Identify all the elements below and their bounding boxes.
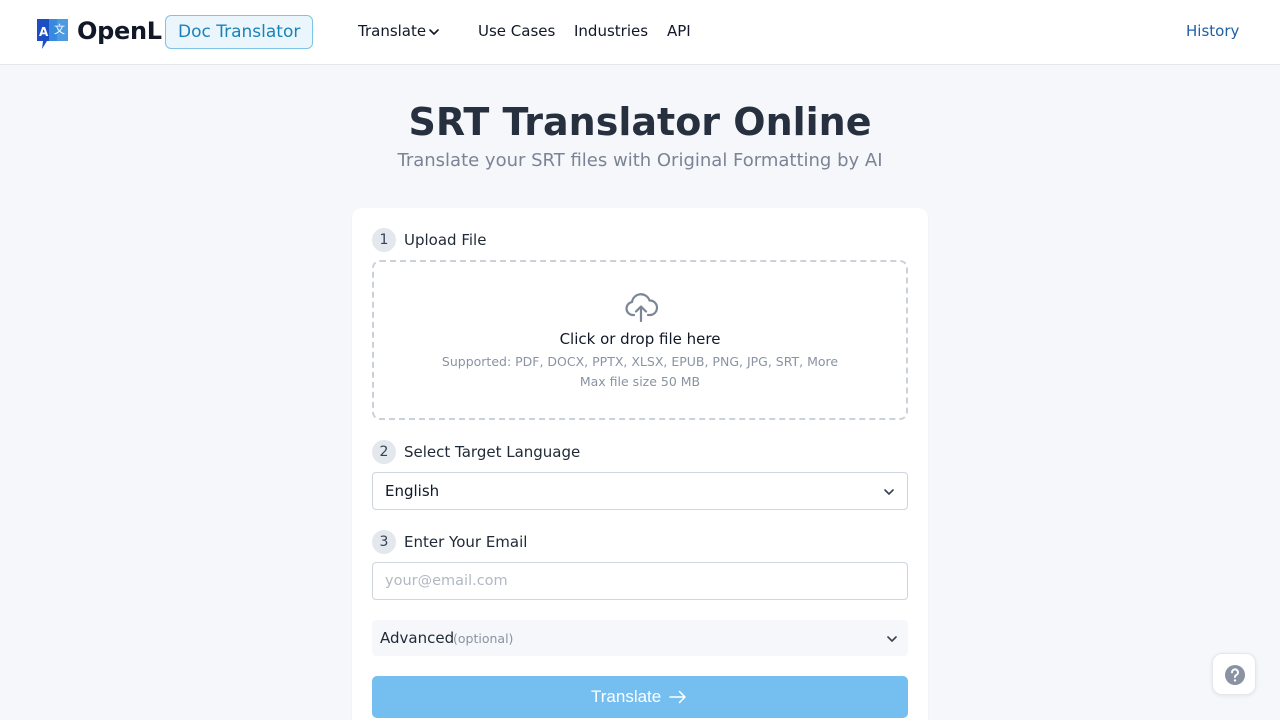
logo-text[interactable]: OpenL: [77, 16, 162, 46]
email-input[interactable]: [372, 562, 908, 600]
openl-logo-icon[interactable]: A 文: [35, 17, 69, 51]
step-label-language: Select Target Language: [404, 443, 581, 461]
arrow-right-icon: [669, 690, 686, 704]
dropzone-max-size: Max file size 50 MB: [579, 374, 701, 389]
step-number-1: 1: [372, 228, 396, 252]
file-dropzone[interactable]: Click or drop file here Supported: PDF, …: [372, 260, 908, 420]
advanced-options-toggle[interactable]: Advanced (optional): [372, 620, 908, 656]
top-navbar: A 文 OpenL Doc Translator Translate Use C…: [0, 0, 1280, 65]
chevron-down-icon: [429, 29, 439, 35]
advanced-label: Advanced: [380, 629, 455, 647]
translate-button-label: Translate: [591, 687, 662, 706]
cloud-upload-icon: [625, 293, 658, 323]
page-subtitle: Translate your SRT files with Original F…: [397, 150, 883, 171]
page-title: SRT Translator Online: [408, 100, 872, 144]
nav-translate-menu[interactable]: Translate: [358, 20, 439, 42]
logo-glyph-wen: 文: [54, 22, 65, 36]
logo-glyph-a: A: [39, 25, 49, 39]
doc-translator-badge[interactable]: Doc Translator: [165, 15, 314, 49]
chevron-down-icon: [887, 636, 897, 642]
dropzone-supported-formats: Supported: PDF, DOCX, PPTX, XLSX, EPUB, …: [441, 354, 839, 369]
advanced-optional-hint: (optional): [453, 631, 514, 646]
step-label-upload: Upload File: [404, 231, 487, 249]
nav-industries[interactable]: Industries: [574, 20, 648, 42]
target-language-select[interactable]: English: [372, 472, 908, 510]
nav-translate-label: Translate: [358, 22, 427, 40]
step-number-3: 3: [372, 530, 396, 554]
nav-use-cases[interactable]: Use Cases: [478, 20, 555, 42]
chevron-down-icon: [884, 489, 894, 495]
question-circle-icon: [1225, 665, 1245, 685]
help-button[interactable]: [1212, 653, 1256, 695]
selected-language: English: [385, 482, 440, 500]
step-number-2: 2: [372, 440, 396, 464]
dropzone-instruction: Click or drop file here: [559, 330, 721, 348]
history-link[interactable]: History: [1186, 20, 1239, 42]
translate-button[interactable]: Translate: [372, 676, 908, 718]
translator-form-card: 1 Upload File Click or drop file here Su…: [352, 208, 928, 720]
nav-api[interactable]: API: [667, 20, 691, 42]
step-label-email: Enter Your Email: [404, 533, 528, 551]
